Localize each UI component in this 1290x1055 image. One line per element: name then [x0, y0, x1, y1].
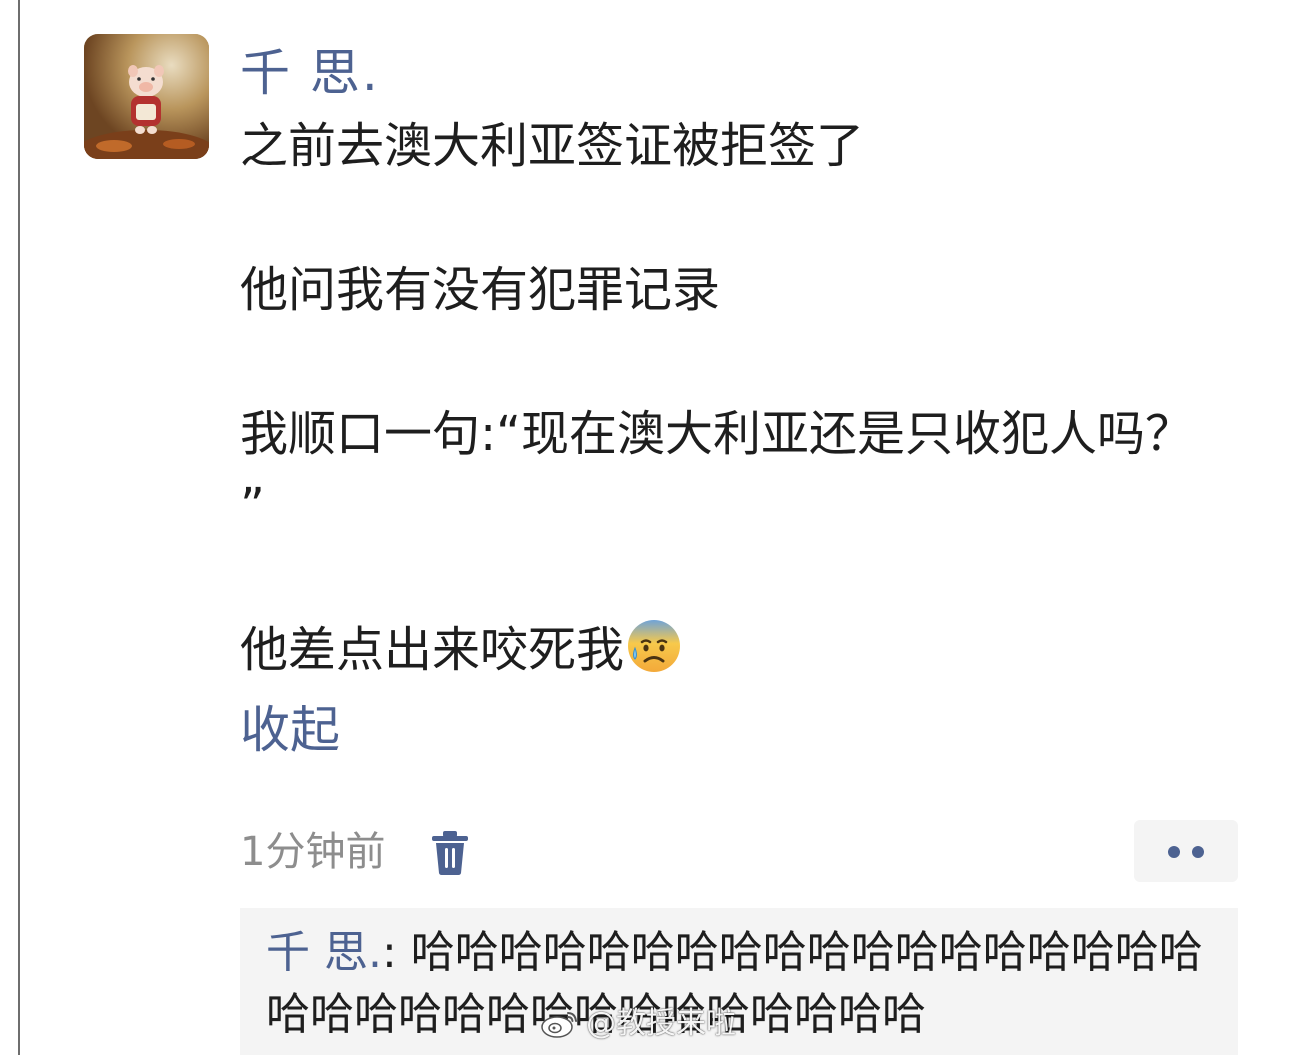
comment-username[interactable]: 千 思. — [240, 38, 380, 108]
comment-timestamp: 1分钟前 — [240, 829, 386, 875]
reply-author[interactable]: 千 思. — [266, 927, 382, 978]
trash-icon[interactable] — [430, 830, 470, 876]
comment-paragraph: 他问我有没有犯罪记录 — [240, 262, 721, 318]
reply-preview[interactable]: 千 思.: 哈哈哈哈哈哈哈哈哈哈哈哈哈哈哈哈哈哈哈哈哈哈哈哈哈哈哈哈哈哈哈哈哈 — [240, 908, 1238, 1055]
reply-separator: : — [381, 927, 411, 978]
avatar-pig-figurine-image — [84, 34, 209, 159]
watermark: @教授来啦 — [540, 1002, 736, 1052]
comment-paragraph: 我顺口一句:“现在澳大利亚还是只收犯人吗？ ” — [240, 406, 1209, 534]
anxious-face-with-sweat-icon — [626, 618, 682, 694]
comment-meta-row: 1分钟前 — [240, 820, 1240, 884]
comment-paragraph-last: 他差点出来咬死我 — [240, 614, 1230, 694]
avatar[interactable] — [84, 34, 209, 159]
comment-paragraph: 之前去澳大利亚签证被拒签了 — [240, 118, 865, 174]
watermark-text: @教授来啦 — [586, 1006, 736, 1041]
comment-paragraph-text: 他差点出来咬死我 — [240, 622, 625, 678]
comment-body: 之前去澳大利亚签证被拒签了 他问我有没有犯罪记录 我顺口一句:“现在澳大利亚还是… — [240, 110, 1230, 694]
reply-text-block: 千 思.: 哈哈哈哈哈哈哈哈哈哈哈哈哈哈哈哈哈哈哈哈哈哈哈哈哈哈哈哈哈哈哈哈哈 — [266, 922, 1216, 1046]
left-divider — [18, 0, 20, 1055]
more-options-button[interactable] — [1134, 820, 1238, 882]
weibo-logo-icon — [540, 1007, 580, 1052]
collapse-link[interactable]: 收起 — [240, 694, 340, 766]
